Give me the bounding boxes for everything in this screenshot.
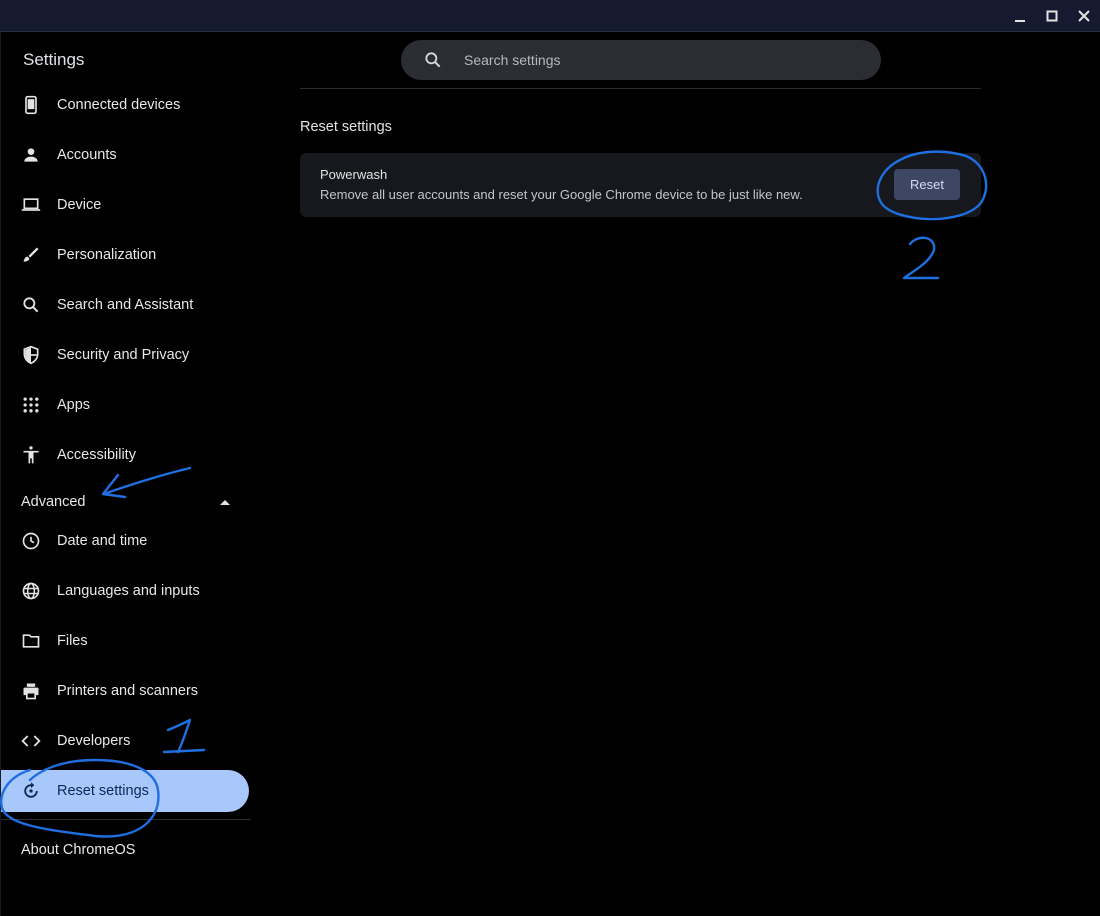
phone-icon xyxy=(21,95,41,115)
apps-grid-icon xyxy=(21,395,41,415)
sidebar-divider xyxy=(1,819,251,820)
sidebar-item-label: Accessibility xyxy=(57,447,136,463)
sidebar-item-label: Files xyxy=(57,633,88,649)
sidebar-item-label: Apps xyxy=(57,397,91,413)
sidebar-item-connected-devices[interactable]: Connected devices xyxy=(1,84,249,126)
sidebar-item-label: Connected devices xyxy=(57,97,181,113)
sidebar-item-printers-and-scanners[interactable]: Printers and scanners xyxy=(1,670,249,712)
sidebar-item-files[interactable]: Files xyxy=(1,620,249,662)
sidebar-item-label: Search and Assistant xyxy=(57,297,194,313)
search-icon xyxy=(21,295,41,315)
sidebar-item-label: Printers and scanners xyxy=(57,683,199,699)
printer-icon xyxy=(21,681,41,701)
sidebar-item-label: Languages and inputs xyxy=(57,583,200,599)
powerwash-title: Powerwash xyxy=(320,167,388,182)
sidebar-item-search-and-assistant[interactable]: Search and Assistant xyxy=(1,284,249,326)
sidebar-item-label: Reset settings xyxy=(57,783,149,799)
settings-app: Settings Connected devices Accounts Devi… xyxy=(0,32,1100,916)
person-icon xyxy=(21,145,41,165)
reset-icon xyxy=(21,781,41,801)
shield-icon xyxy=(21,345,41,365)
globe-icon xyxy=(21,581,41,601)
page-title: Reset settings xyxy=(300,119,392,135)
powerwash-description: Remove all user accounts and reset your … xyxy=(320,187,803,202)
sidebar-item-label: Device xyxy=(57,197,102,213)
sidebar-item-device[interactable]: Device xyxy=(1,184,249,226)
powerwash-card: Powerwash Remove all user accounts and r… xyxy=(300,153,981,217)
sidebar-item-about-chromeos[interactable]: About ChromeOS xyxy=(21,842,135,858)
sidebar-item-reset-settings[interactable]: Reset settings xyxy=(1,770,249,812)
reset-button[interactable]: Reset xyxy=(894,169,960,200)
sidebar-item-label: Accounts xyxy=(57,147,117,163)
sidebar-item-label: Security and Privacy xyxy=(57,347,190,363)
app-title: Settings xyxy=(23,50,85,69)
sidebar-item-apps[interactable]: Apps xyxy=(1,384,249,426)
window-titlebar xyxy=(0,0,1100,32)
sidebar-item-accounts[interactable]: Accounts xyxy=(1,134,249,176)
accessibility-icon xyxy=(21,445,41,465)
sidebar-item-security-and-privacy[interactable]: Security and Privacy xyxy=(1,334,249,376)
maximize-icon[interactable] xyxy=(1042,6,1062,26)
advanced-section-header[interactable]: Advanced xyxy=(21,494,86,510)
sidebar-item-languages-and-inputs[interactable]: Languages and inputs xyxy=(1,570,249,612)
sidebar-item-label: Personalization xyxy=(57,247,157,263)
sidebar-item-personalization[interactable]: Personalization xyxy=(1,234,249,276)
code-icon xyxy=(21,731,41,751)
search-bar[interactable] xyxy=(401,40,881,80)
sidebar-item-accessibility[interactable]: Accessibility xyxy=(1,434,249,476)
minimize-icon[interactable] xyxy=(1010,6,1030,26)
sidebar-item-label: Developers xyxy=(57,733,131,749)
folder-icon xyxy=(21,631,41,651)
search-icon xyxy=(423,50,443,70)
chevron-up-icon[interactable] xyxy=(220,499,230,505)
content-divider xyxy=(300,88,981,89)
sidebar-item-date-and-time[interactable]: Date and time xyxy=(1,520,249,562)
laptop-icon xyxy=(21,195,41,215)
close-icon[interactable] xyxy=(1074,6,1094,26)
brush-icon xyxy=(21,245,41,265)
sidebar-item-developers[interactable]: Developers xyxy=(1,720,249,762)
clock-icon xyxy=(21,531,41,551)
search-input[interactable] xyxy=(464,52,844,68)
sidebar-item-label: Date and time xyxy=(57,533,148,549)
